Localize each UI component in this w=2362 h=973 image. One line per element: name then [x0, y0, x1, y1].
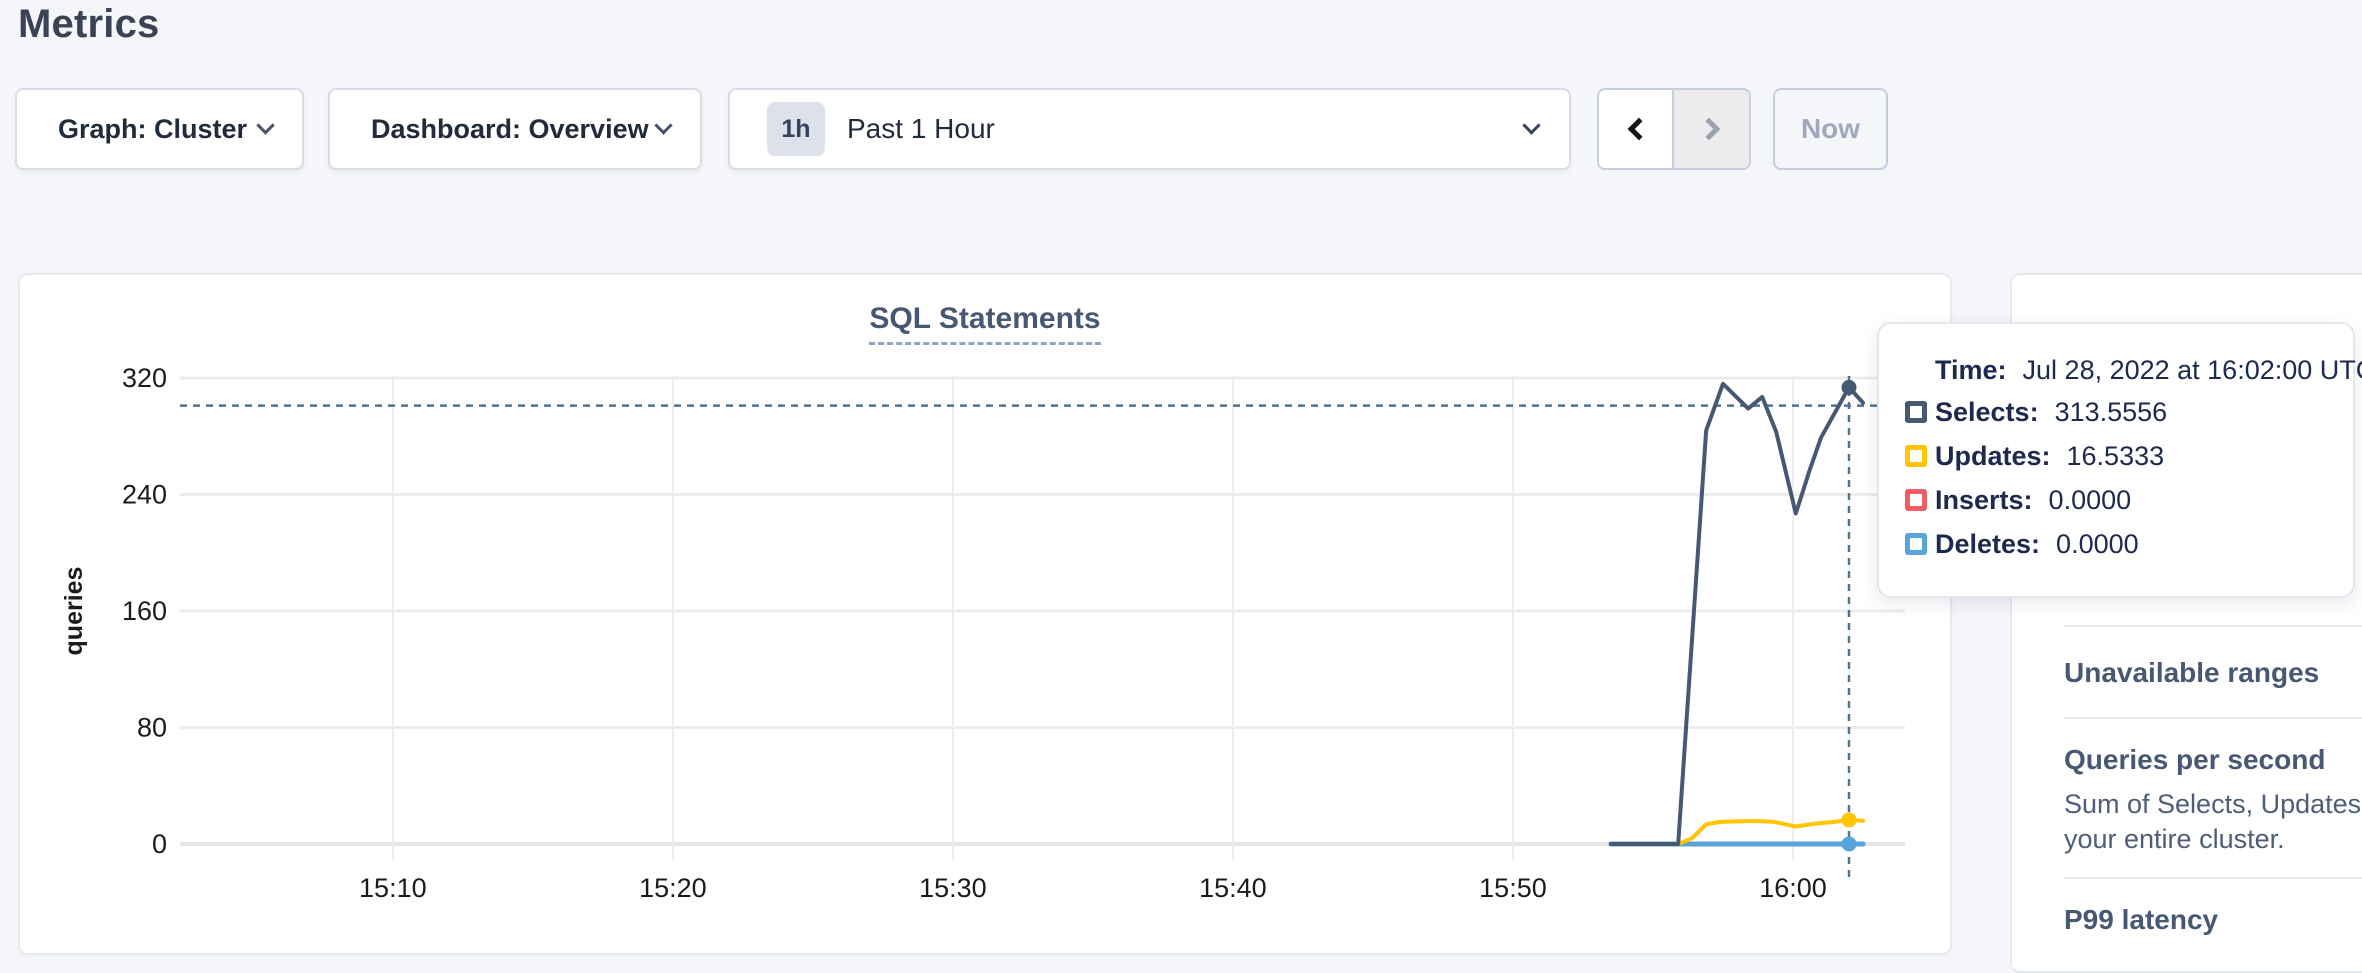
x-axis-tick-label: 15:50 [1479, 873, 1547, 903]
hover-dot-updates [1841, 812, 1856, 827]
x-axis-tick-label: 15:20 [639, 873, 707, 903]
tooltip-inserts-row: Inserts: 0.0000 [1905, 478, 2353, 522]
x-axis-tick-label: 15:40 [1199, 873, 1267, 903]
chart-hover-tooltip: Time: Jul 28, 2022 at 16:02:00 UTC Selec… [1877, 322, 2355, 598]
tooltip-deletes-row: Deletes: 0.0000 [1905, 522, 2353, 566]
metrics-page: { "page": { "title": "Metrics" }, "toolb… [0, 0, 2362, 966]
tooltip-time-value: Jul 28, 2022 at 16:02:00 UTC [2023, 355, 2362, 386]
y-axis-tick-label: 80 [137, 713, 167, 743]
tooltip-row-value: 313.5556 [2055, 397, 2168, 428]
tooltip-updates-row: Updates: 16.5333 [1905, 434, 2353, 478]
updates-legend-swatch [1905, 445, 1927, 467]
x-axis-tick-label: 15:10 [359, 873, 427, 903]
hover-dot-deletes [1841, 837, 1856, 852]
tooltip-row-label: Selects: [1935, 397, 2039, 428]
tooltip-time-label: Time: [1935, 355, 2007, 386]
tooltip-row-label: Updates: [1935, 441, 2051, 472]
x-axis-tick-label: 15:30 [919, 873, 987, 903]
tooltip-row-label: Inserts: [1935, 485, 2033, 516]
y-axis-tick-label: 0 [152, 829, 167, 859]
y-axis-tick-label: 240 [122, 480, 167, 510]
tooltip-row-value: 0.0000 [2056, 529, 2139, 560]
y-axis-tick-label: 320 [122, 363, 167, 393]
hover-dot-selects [1841, 380, 1856, 395]
tooltip-selects-row: Selects: 313.5556 [1905, 390, 2353, 434]
series-line-updates[interactable] [1611, 820, 1863, 844]
tooltip-row-label: Deletes: [1935, 529, 2040, 560]
deletes-legend-swatch [1905, 533, 1927, 555]
tooltip-row-value: 16.5333 [2067, 441, 2165, 472]
tooltip-row-value: 0.0000 [2049, 485, 2132, 516]
selects-legend-swatch [1905, 401, 1927, 423]
x-axis-tick-label: 16:00 [1759, 873, 1827, 903]
inserts-legend-swatch [1905, 489, 1927, 511]
y-axis-tick-label: 160 [122, 596, 167, 626]
tooltip-time-row: Time: Jul 28, 2022 at 16:02:00 UTC [1935, 350, 2353, 390]
series-line-selects[interactable] [1611, 384, 1863, 844]
y-axis-label: queries [60, 567, 88, 656]
